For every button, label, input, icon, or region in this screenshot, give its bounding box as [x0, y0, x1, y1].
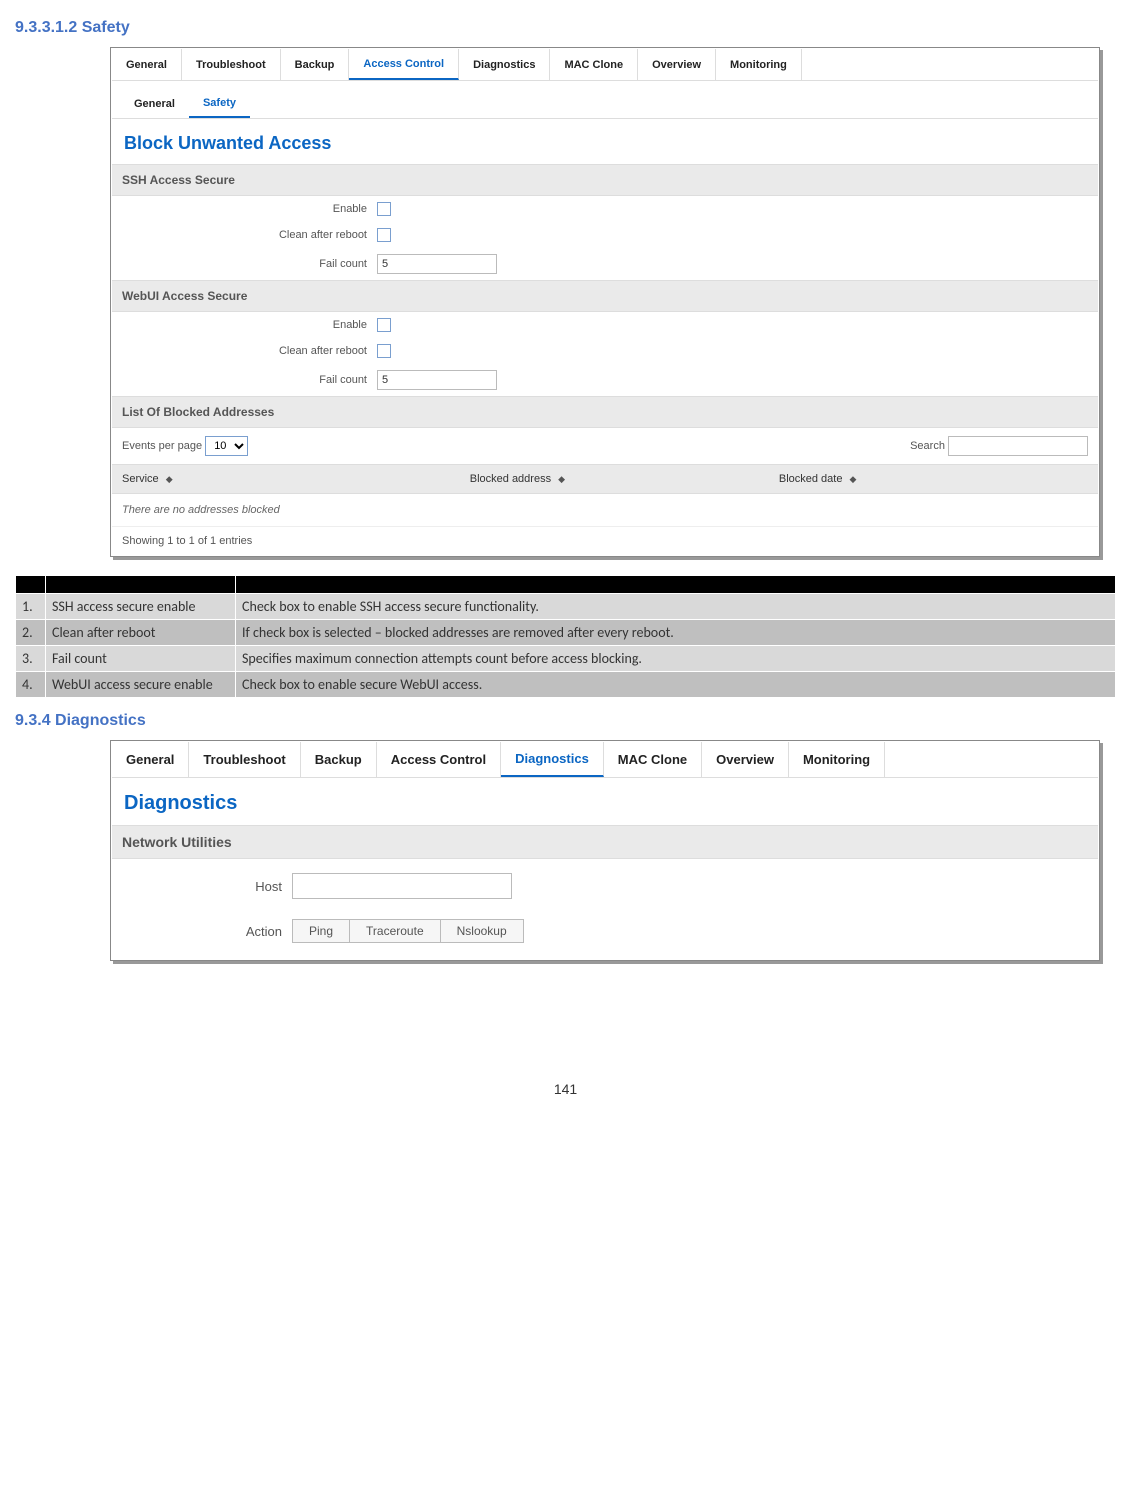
sort-icon: ◆ — [850, 474, 857, 485]
ssh-fail-label: Fail count — [122, 258, 377, 270]
col-bdate-label: Blocked date — [779, 473, 843, 485]
col-service-label: Service — [122, 473, 159, 485]
webui-clean-checkbox[interactable] — [377, 344, 391, 358]
webui-header: WebUI Access Secure — [112, 280, 1098, 312]
ping-button[interactable]: Ping — [292, 919, 350, 943]
search-label: Search — [910, 440, 945, 452]
nslookup-button[interactable]: Nslookup — [440, 919, 524, 943]
traceroute-button[interactable]: Traceroute — [349, 919, 441, 943]
sort-icon: ◆ — [166, 474, 173, 485]
col-blocked-date[interactable]: Blocked date ◆ — [779, 473, 1088, 485]
table-row: 4. WebUI access secure enable Check box … — [16, 672, 1116, 698]
events-per-page-select[interactable]: 10 — [205, 436, 248, 456]
table-row: 3. Fail count Specifies maximum connecti… — [16, 646, 1116, 672]
tab-overview[interactable]: Overview — [638, 49, 716, 80]
webui-clean-label: Clean after reboot — [122, 345, 377, 357]
row-num: 4. — [16, 672, 46, 698]
page-number: 141 — [15, 1081, 1116, 1097]
tab-monitoring-2[interactable]: Monitoring — [789, 742, 885, 777]
row-num: 1. — [16, 594, 46, 620]
webui-enable-label: Enable — [122, 319, 377, 331]
ssh-fail-row: Fail count — [112, 248, 1098, 280]
diagnostics-panel: General Troubleshoot Backup Access Contr… — [110, 740, 1100, 961]
row-name: Clean after reboot — [46, 620, 236, 646]
heading-diagnostics: 9.3.4 Diagnostics — [15, 712, 1116, 730]
webui-clean-row: Clean after reboot — [112, 338, 1098, 364]
host-input[interactable] — [292, 873, 512, 899]
ssh-header: SSH Access Secure — [112, 164, 1098, 196]
action-row: Action Ping Traceroute Nslookup — [112, 913, 1098, 959]
webui-fail-row: Fail count — [112, 364, 1098, 396]
list-controls: Events per page 10 Search — [112, 428, 1098, 464]
tab-mac-clone-2[interactable]: MAC Clone — [604, 742, 702, 777]
row-name: Fail count — [46, 646, 236, 672]
table-row: 1. SSH access secure enable Check box to… — [16, 594, 1116, 620]
blocked-list-header: List Of Blocked Addresses — [112, 396, 1098, 428]
list-columns: Service ◆ Blocked address ◆ Blocked date… — [112, 464, 1098, 494]
network-utilities-header: Network Utilities — [112, 825, 1098, 859]
col-blocked-address[interactable]: Blocked address ◆ — [470, 473, 779, 485]
ssh-enable-row: Enable — [112, 196, 1098, 222]
ssh-enable-checkbox[interactable] — [377, 202, 391, 216]
tab-access-control-2[interactable]: Access Control — [377, 742, 501, 777]
sort-icon: ◆ — [558, 474, 565, 485]
action-buttons: Ping Traceroute Nslookup — [292, 919, 523, 943]
row-num: 2. — [16, 620, 46, 646]
tab-general-2[interactable]: General — [112, 742, 189, 777]
subtab-safety[interactable]: Safety — [189, 89, 250, 118]
host-row: Host — [112, 859, 1098, 913]
row-name: SSH access secure enable — [46, 594, 236, 620]
panel2-title: Diagnostics — [112, 778, 1098, 825]
row-exp: Check box to enable SSH access secure fu… — [236, 594, 1116, 620]
row-num: 3. — [16, 646, 46, 672]
tab-troubleshoot-2[interactable]: Troubleshoot — [189, 742, 300, 777]
ssh-clean-row: Clean after reboot — [112, 222, 1098, 248]
webui-fail-input[interactable] — [377, 370, 497, 390]
empty-row: There are no addresses blocked — [112, 494, 1098, 527]
host-label: Host — [122, 879, 292, 894]
ssh-clean-label: Clean after reboot — [122, 229, 377, 241]
main-tabs-2: General Troubleshoot Backup Access Contr… — [112, 742, 1098, 778]
main-tabs: General Troubleshoot Backup Access Contr… — [112, 49, 1098, 81]
tab-troubleshoot[interactable]: Troubleshoot — [182, 49, 281, 80]
tab-overview-2[interactable]: Overview — [702, 742, 789, 777]
tab-diagnostics-2[interactable]: Diagnostics — [501, 742, 604, 777]
tab-backup-2[interactable]: Backup — [301, 742, 377, 777]
row-exp: Specifies maximum connection attempts co… — [236, 646, 1116, 672]
tab-diagnostics[interactable]: Diagnostics — [459, 49, 550, 80]
ssh-fail-input[interactable] — [377, 254, 497, 274]
sub-tabs: General Safety — [112, 89, 1098, 119]
list-footer: Showing 1 to 1 of 1 entries — [112, 527, 1098, 555]
subtab-general[interactable]: General — [120, 89, 189, 118]
heading-safety: 9.3.3.1.2 Safety — [15, 19, 1116, 37]
search-input[interactable] — [948, 436, 1088, 456]
safety-panel: General Troubleshoot Backup Access Contr… — [110, 47, 1100, 557]
col-baddr-label: Blocked address — [470, 473, 551, 485]
col-service[interactable]: Service ◆ — [122, 473, 470, 485]
table-row: 2. Clean after reboot If check box is se… — [16, 620, 1116, 646]
webui-fail-label: Fail count — [122, 374, 377, 386]
events-per-page-label: Events per page — [122, 440, 202, 452]
webui-enable-row: Enable — [112, 312, 1098, 338]
panel-title: Block Unwanted Access — [112, 119, 1098, 164]
row-exp: Check box to enable secure WebUI access. — [236, 672, 1116, 698]
action-label: Action — [122, 924, 292, 939]
row-name: WebUI access secure enable — [46, 672, 236, 698]
tab-general[interactable]: General — [112, 49, 182, 80]
row-exp: If check box is selected – blocked addre… — [236, 620, 1116, 646]
ssh-enable-label: Enable — [122, 203, 377, 215]
tab-monitoring[interactable]: Monitoring — [716, 49, 802, 80]
webui-enable-checkbox[interactable] — [377, 318, 391, 332]
ssh-clean-checkbox[interactable] — [377, 228, 391, 242]
tab-access-control[interactable]: Access Control — [349, 49, 459, 80]
tab-backup[interactable]: Backup — [281, 49, 350, 80]
description-table: 1. SSH access secure enable Check box to… — [15, 575, 1116, 698]
tab-mac-clone[interactable]: MAC Clone — [550, 49, 638, 80]
